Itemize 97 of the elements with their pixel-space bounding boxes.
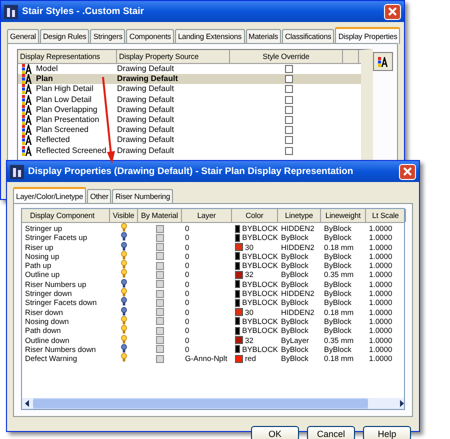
- color-swatch[interactable]: [235, 345, 240, 354]
- representation-name: Model: [36, 64, 58, 74]
- color-swatch[interactable]: [235, 308, 243, 316]
- color-swatch[interactable]: [235, 234, 240, 242]
- by-material-checkbox[interactable]: [156, 224, 164, 232]
- dialog-button[interactable]: Cancel: [307, 426, 355, 439]
- display-rep-icon: [22, 94, 32, 105]
- display-rep-icon: [22, 146, 32, 156]
- list-row[interactable]: Plan Presentation Drawing Default: [18, 114, 361, 126]
- app-icon: [4, 4, 18, 18]
- color-swatch[interactable]: [235, 243, 243, 252]
- dialog-title: Display Properties (Drawing Default) - Stair Plan Display Representation: [28, 166, 354, 177]
- override-checkbox[interactable]: [284, 116, 292, 124]
- color-swatch[interactable]: [235, 354, 243, 363]
- property-source: Drawing Default: [117, 104, 175, 115]
- close-icon: [388, 7, 397, 16]
- list-row[interactable]: Plan Low Detail Drawing Default: [18, 94, 361, 105]
- color-swatch[interactable]: [235, 290, 240, 298]
- color-swatch[interactable]: [235, 280, 240, 288]
- property-source: Drawing Default: [117, 135, 175, 146]
- representation-name: Plan Screened: [36, 125, 88, 136]
- color-swatch[interactable]: [235, 326, 240, 335]
- property-source: Drawing Default: [117, 84, 175, 94]
- display-rep-icon: [22, 135, 32, 146]
- property-source: Drawing Default: [117, 74, 179, 84]
- scroll-left-icon[interactable]: [25, 400, 30, 407]
- color-swatch[interactable]: [235, 317, 240, 326]
- property-source: Drawing Default: [117, 94, 175, 105]
- by-material-checkbox[interactable]: [156, 262, 164, 270]
- representation-name: Plan Presentation: [36, 115, 100, 126]
- bulb-icon[interactable]: [121, 297, 127, 306]
- list-row[interactable]: Plan Drawing Default: [18, 74, 361, 84]
- list-row[interactable]: Model Drawing Default: [18, 64, 361, 74]
- by-material-checkbox[interactable]: [156, 354, 164, 363]
- list-row[interactable]: Plan Overlapping Drawing Default: [18, 104, 361, 115]
- bulb-icon[interactable]: [121, 242, 127, 251]
- by-material-checkbox[interactable]: [156, 234, 164, 242]
- bulb-icon[interactable]: [121, 306, 127, 316]
- display-rep-icon: [22, 115, 32, 126]
- color-swatch[interactable]: [235, 336, 243, 344]
- representation-name: Plan Overlapping: [36, 104, 98, 115]
- override-checkbox[interactable]: [284, 96, 292, 104]
- by-material-checkbox[interactable]: [156, 252, 164, 260]
- dialog-button[interactable]: Help: [363, 426, 411, 439]
- by-material-checkbox[interactable]: [156, 243, 164, 252]
- list-row[interactable]: Plan High Detail Drawing Default: [18, 84, 361, 95]
- scroll-right-icon[interactable]: [399, 400, 404, 407]
- by-material-checkbox[interactable]: [156, 336, 164, 344]
- horizontal-scrollbar[interactable]: [22, 398, 404, 409]
- by-material-checkbox[interactable]: [156, 308, 164, 316]
- representation-name: Reflected: [36, 135, 70, 146]
- property-source: Drawing Default: [117, 146, 175, 156]
- override-checkbox[interactable]: [284, 75, 292, 84]
- by-material-checkbox[interactable]: [156, 298, 164, 307]
- list-row[interactable]: Plan Screened Drawing Default: [18, 125, 361, 136]
- display-manager-button[interactable]: [373, 52, 393, 71]
- bulb-icon[interactable]: [121, 344, 127, 353]
- display-rep-icon: [22, 74, 32, 84]
- display-rep-icon: [378, 56, 388, 66]
- representation-name: Plan High Detail: [36, 84, 94, 94]
- app-icon: [10, 164, 24, 178]
- representation-name: Reflected Screened: [36, 146, 106, 156]
- by-material-checkbox[interactable]: [156, 270, 164, 279]
- dialog-button[interactable]: OK: [251, 426, 299, 439]
- color-swatch[interactable]: [235, 270, 243, 279]
- close-button[interactable]: [384, 4, 401, 20]
- override-checkbox[interactable]: [284, 65, 292, 74]
- display-rep-icon: [22, 64, 32, 74]
- by-material-checkbox[interactable]: [156, 280, 164, 288]
- override-checkbox[interactable]: [284, 146, 292, 155]
- property-source: Drawing Default: [117, 115, 175, 126]
- by-material-checkbox[interactable]: [156, 290, 164, 298]
- color-swatch[interactable]: [235, 224, 240, 232]
- color-swatch[interactable]: [235, 298, 240, 307]
- override-checkbox[interactable]: [284, 126, 292, 134]
- close-button[interactable]: [399, 164, 416, 180]
- bulb-icon[interactable]: [121, 278, 127, 288]
- list-row[interactable]: Reflected Screened Drawing Default: [18, 146, 361, 156]
- display-rep-icon: [22, 125, 32, 136]
- display-rep-icon: [22, 104, 32, 115]
- color-swatch[interactable]: [235, 262, 240, 270]
- color-swatch[interactable]: [235, 252, 240, 260]
- by-material-checkbox[interactable]: [156, 326, 164, 335]
- representation-name: Plan: [36, 74, 53, 84]
- window-title: Stair Styles - .Custom Stair: [22, 6, 145, 17]
- property-source: Drawing Default: [117, 64, 175, 74]
- override-checkbox[interactable]: [284, 136, 292, 144]
- override-checkbox[interactable]: [284, 106, 292, 114]
- property-source: Drawing Default: [117, 125, 175, 136]
- close-icon: [403, 167, 412, 176]
- bulb-icon[interactable]: [121, 232, 127, 242]
- representation-name: Plan Low Detail: [36, 94, 92, 105]
- by-material-checkbox[interactable]: [156, 317, 164, 326]
- override-checkbox[interactable]: [284, 85, 292, 94]
- by-material-checkbox[interactable]: [156, 345, 164, 354]
- display-rep-icon: [22, 84, 32, 94]
- list-row[interactable]: Reflected Drawing Default: [18, 135, 361, 146]
